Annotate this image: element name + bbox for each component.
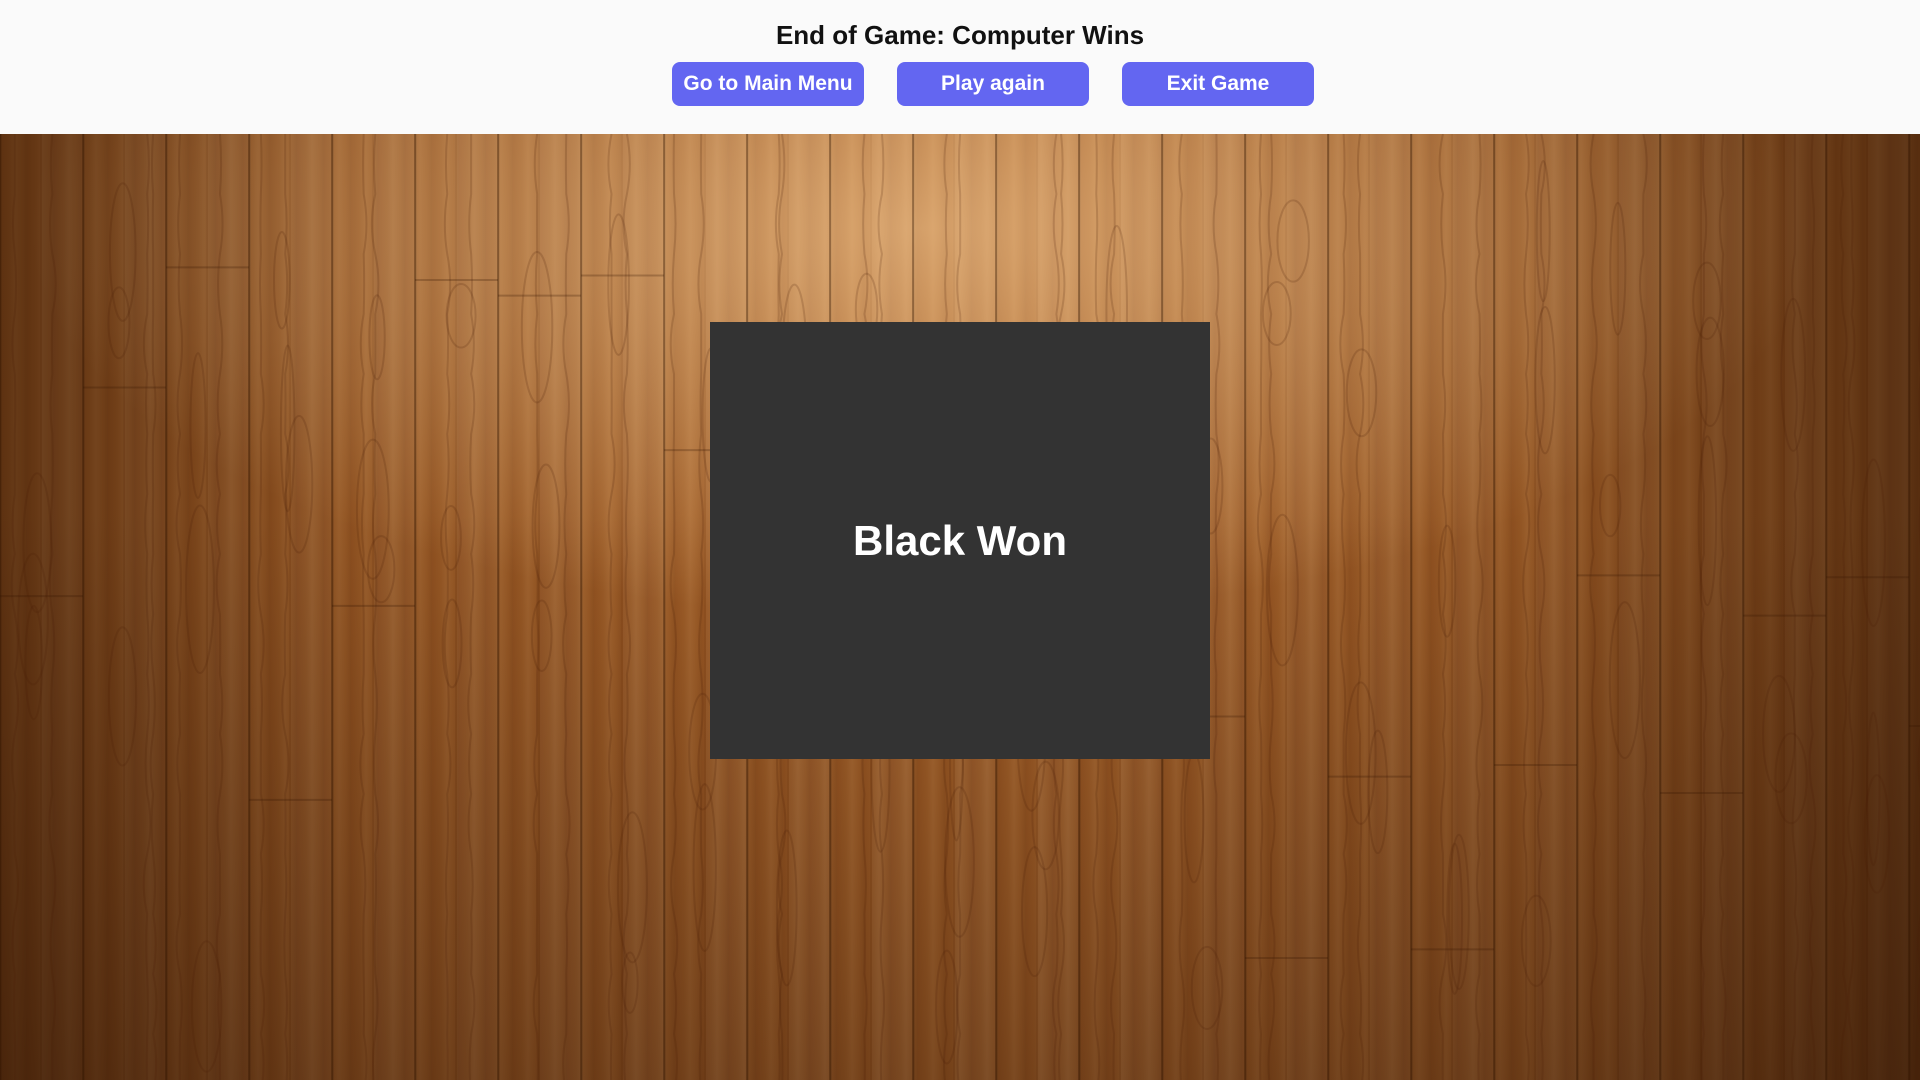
game-over-title: End of Game: Computer Wins (775, 20, 1145, 50)
result-message: Black Won (853, 516, 1067, 564)
main-menu-button[interactable]: Go to Main Menu (672, 62, 864, 106)
exit-game-button[interactable]: Exit Game (1122, 62, 1314, 106)
result-panel: Black Won (710, 322, 1210, 759)
play-again-button[interactable]: Play again (897, 62, 1089, 106)
game-header: End of Game: Computer Wins Go to Main Me… (0, 0, 1920, 134)
game-board: Black Won (0, 134, 1920, 1080)
